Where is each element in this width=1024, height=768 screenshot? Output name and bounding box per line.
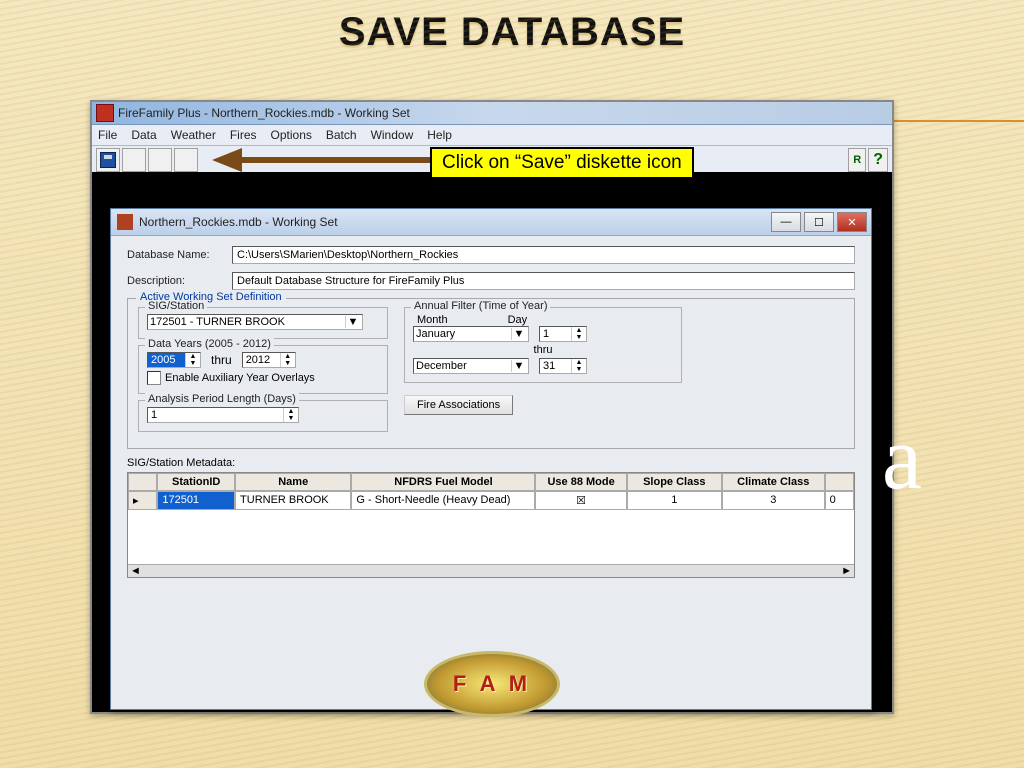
working-set-dialog: Northern_Rockies.mdb - Working Set — ☐ ✕…	[110, 208, 872, 710]
col-use88[interactable]: Use 88 Mode	[535, 473, 626, 491]
sig-station-legend: SIG/Station	[145, 300, 207, 312]
cell-stationid: 172501	[157, 491, 235, 510]
day-to-spinner[interactable]: 31 ▲▼	[539, 358, 587, 374]
metadata-grid[interactable]: StationID Name NFDRS Fuel Model Use 88 M…	[127, 472, 855, 578]
day-from-spinner[interactable]: 1 ▲▼	[539, 326, 587, 342]
analysis-period-spinner[interactable]: 1 ▲▼	[147, 407, 299, 423]
spinner-arrows-icon: ▲▼	[571, 327, 586, 341]
cell-fuel: G - Short-Needle (Heavy Dead)	[351, 491, 535, 510]
month-to-combo[interactable]: December ▼	[413, 358, 529, 374]
menu-file[interactable]: File	[98, 128, 117, 142]
description-field[interactable]: Default Database Structure for FireFamil…	[232, 272, 855, 290]
analysis-period-legend: Analysis Period Length (Days)	[145, 393, 299, 405]
month-from-combo[interactable]: January ▼	[413, 326, 529, 342]
year-to-value: 2012	[243, 353, 280, 367]
menu-weather[interactable]: Weather	[171, 128, 216, 142]
menu-help[interactable]: Help	[427, 128, 452, 142]
data-years-legend: Data Years (2005 - 2012)	[145, 338, 274, 350]
annual-filter-legend: Annual Filter (Time of Year)	[411, 300, 550, 312]
thru-label-1: thru	[211, 353, 232, 367]
spinner-arrows-icon: ▲▼	[280, 353, 295, 367]
fam-logo-badge: F A M	[424, 651, 560, 717]
aux-overlays-label: Enable Auxiliary Year Overlays	[165, 372, 315, 384]
toolbar-help-button[interactable]: ?	[868, 148, 888, 172]
month-to-value: December	[416, 360, 467, 372]
table-row[interactable]: ▸ 172501 TURNER BROOK G - Short-Needle (…	[128, 491, 854, 510]
chevron-down-icon: ▼	[511, 360, 526, 372]
slide-title: SAVE DATABASE	[0, 0, 1024, 55]
year-to-spinner[interactable]: 2012 ▲▼	[242, 352, 296, 368]
col-name[interactable]: Name	[235, 473, 351, 491]
db-name-field[interactable]: C:\Users\SMarien\Desktop\Northern_Rockie…	[232, 246, 855, 264]
menu-window[interactable]: Window	[371, 128, 414, 142]
db-name-label: Database Name:	[127, 249, 232, 261]
toolbar-button-4[interactable]	[174, 148, 198, 172]
background-letter: a	[882, 407, 922, 510]
analysis-period-value: 1	[148, 408, 283, 422]
day-to-value: 31	[540, 359, 571, 373]
thru-label-2: thru	[413, 344, 673, 356]
col-stationid[interactable]: StationID	[157, 473, 235, 491]
day-from-value: 1	[540, 327, 571, 341]
year-from-value: 2005	[148, 353, 185, 367]
col-fuel-model[interactable]: NFDRS Fuel Model	[351, 473, 535, 491]
cell-climate: 3	[722, 491, 825, 510]
app-titlebar: FireFamily Plus - Northern_Rockies.mdb -…	[92, 102, 892, 125]
dialog-titlebar: Northern_Rockies.mdb - Working Set — ☐ ✕	[111, 209, 871, 236]
diskette-icon	[100, 152, 116, 168]
col-slope-class[interactable]: Slope Class	[627, 473, 722, 491]
accent-rule	[884, 120, 1024, 122]
year-from-spinner[interactable]: 2005 ▲▼	[147, 352, 201, 368]
sig-station-value: 172501 - TURNER BROOK	[150, 316, 285, 328]
toolbar-r-button[interactable]: R	[848, 148, 866, 172]
month-from-value: January	[416, 328, 455, 340]
fire-associations-button[interactable]: Fire Associations	[404, 395, 513, 415]
sig-station-group: SIG/Station 172501 - TURNER BROOK ▼	[138, 307, 388, 339]
analysis-period-group: Analysis Period Length (Days) 1 ▲▼	[138, 400, 388, 432]
toolbar-button-3[interactable]	[148, 148, 172, 172]
horizontal-scrollbar[interactable]: ◄ ►	[128, 564, 854, 577]
app-icon	[96, 104, 114, 122]
aux-overlays-checkbox[interactable]: Enable Auxiliary Year Overlays	[147, 371, 379, 385]
menu-options[interactable]: Options	[271, 128, 312, 142]
chevron-down-icon: ▼	[345, 316, 360, 328]
app-title: FireFamily Plus - Northern_Rockies.mdb -…	[118, 106, 410, 120]
scroll-left-icon[interactable]: ◄	[130, 565, 141, 577]
cell-slope: 1	[627, 491, 722, 510]
metadata-label: SIG/Station Metadata:	[127, 457, 855, 469]
scroll-right-icon[interactable]: ►	[841, 565, 852, 577]
dialog-icon	[117, 214, 133, 230]
toolbar-button-2[interactable]	[122, 148, 146, 172]
month-header: Month	[417, 314, 448, 326]
active-working-set-group: Active Working Set Definition SIG/Statio…	[127, 298, 855, 449]
annual-filter-group: Annual Filter (Time of Year) Month Day J…	[404, 307, 682, 383]
data-years-group: Data Years (2005 - 2012) 2005 ▲▼ thru 20…	[138, 345, 388, 394]
description-label: Description:	[127, 275, 232, 287]
close-button[interactable]: ✕	[837, 212, 867, 232]
dialog-title-text: Northern_Rockies.mdb - Working Set	[139, 215, 338, 229]
spinner-arrows-icon: ▲▼	[283, 408, 298, 422]
checkbox-icon	[147, 371, 161, 385]
col-climate-class[interactable]: Climate Class	[722, 473, 825, 491]
spinner-arrows-icon: ▲▼	[571, 359, 586, 373]
menu-batch[interactable]: Batch	[326, 128, 357, 142]
spinner-arrows-icon: ▲▼	[185, 353, 200, 367]
grid-header: StationID Name NFDRS Fuel Model Use 88 M…	[128, 473, 854, 491]
mdi-client-area: a Northern_Rockies.mdb - Working Set — ☐…	[92, 172, 892, 712]
maximize-button[interactable]: ☐	[804, 212, 834, 232]
minimize-button[interactable]: —	[771, 212, 801, 232]
cell-use88: ☒	[535, 491, 626, 510]
menu-fires[interactable]: Fires	[230, 128, 257, 142]
app-window: FireFamily Plus - Northern_Rockies.mdb -…	[90, 100, 894, 714]
dialog-body: Database Name: C:\Users\SMarien\Desktop\…	[111, 236, 871, 588]
instruction-callout: Click on “Save” diskette icon	[430, 147, 694, 179]
menu-bar: File Data Weather Fires Options Batch Wi…	[92, 125, 892, 146]
sig-station-combo[interactable]: 172501 - TURNER BROOK ▼	[147, 314, 363, 330]
menu-data[interactable]: Data	[131, 128, 156, 142]
cell-name: TURNER BROOK	[235, 491, 351, 510]
chevron-down-icon: ▼	[511, 328, 526, 340]
day-header: Day	[508, 314, 528, 326]
save-button[interactable]	[96, 148, 120, 172]
